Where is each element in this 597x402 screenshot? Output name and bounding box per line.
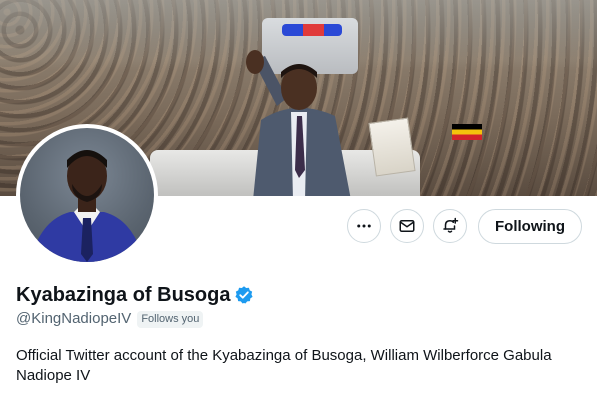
avatar-ring [16,124,158,266]
banner-waving-man [246,50,351,196]
notifications-button[interactable] [433,209,467,243]
profile-name-row: Kyabazinga of Busoga [16,283,254,307]
more-horizontal-icon [357,224,371,228]
avatar-portrait [30,150,144,262]
verified-badge-icon[interactable] [234,285,254,305]
handle-row: @KingNadiopeIV Follows you [16,309,204,329]
banner-poster [368,117,416,177]
user-handle: @KingNadiopeIV [16,310,132,327]
profile-page: Following Kyabazinga of Busoga @KingNadi… [0,0,597,402]
bell-plus-icon [443,217,459,233]
display-name: Kyabazinga of Busoga [16,284,231,306]
more-options-button[interactable] [347,209,381,243]
profile-bio: Official Twitter account of the Kyabazin… [16,347,552,384]
following-button[interactable]: Following [478,209,582,244]
follows-you-badge: Follows you [137,310,204,328]
avatar[interactable] [20,128,154,262]
message-button[interactable] [390,209,424,243]
banner-flag [452,124,482,140]
envelope-icon [399,220,415,232]
banner-siren-lights [282,24,342,36]
